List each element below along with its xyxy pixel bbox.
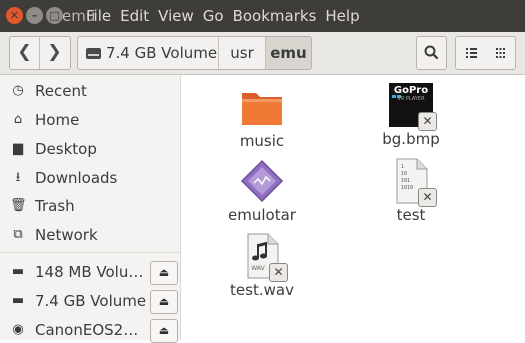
- eject-icon: ⏏: [158, 266, 170, 279]
- sidebar-item-canon-camera[interactable]: ◉ CanonEOS2… ⏏: [0, 317, 180, 343]
- binary-line: 1: [401, 164, 405, 170]
- binary-line: 1010: [401, 185, 414, 191]
- sidebar-divider: [0, 252, 180, 253]
- sidebar-item-recent[interactable]: ◷ Recent: [0, 78, 180, 104]
- sidebar-item-home[interactable]: ⌂ Home: [0, 107, 180, 133]
- eject-button[interactable]: ⏏: [150, 290, 178, 314]
- download-arrow-icon: ⭳: [15, 170, 21, 185]
- menu-file[interactable]: File: [86, 7, 111, 25]
- sidebar-item-label: Recent: [35, 82, 87, 100]
- close-window-button[interactable]: ✕: [6, 7, 23, 24]
- symlink-badge-icon: ✕: [418, 112, 437, 131]
- sidebar-item-label: Trash: [35, 197, 75, 215]
- eject-icon: ⏏: [158, 295, 170, 308]
- drive-icon: ▬: [11, 264, 25, 279]
- sidebar-item-label: 7.4 GB Volume: [35, 292, 147, 310]
- file-name: test.wav: [230, 281, 294, 299]
- breadcrumb-volume-label: 7.4 GB Volume: [106, 44, 218, 62]
- file-item-music[interactable]: music: [212, 83, 312, 151]
- breadcrumb: 7.4 GB Volume usr emu: [77, 36, 312, 70]
- sidebar-item-trash[interactable]: 🗑 Trash: [0, 193, 180, 219]
- back-button[interactable]: ❮: [10, 37, 40, 69]
- executable-diamond-icon: [238, 157, 286, 205]
- eject-button[interactable]: ⏏: [150, 261, 178, 285]
- search-icon: [424, 45, 439, 60]
- binary-line: 10: [401, 171, 408, 177]
- home-icon: ⌂: [13, 112, 23, 127]
- menu-bar: File Edit View Go Bookmarks Help: [86, 7, 369, 25]
- clock-icon: ◷: [12, 83, 24, 98]
- file-name: music: [239, 132, 285, 150]
- sidebar-item-label: Desktop: [35, 140, 97, 158]
- toolbar: ❮ ❯ 7.4 GB Volume usr emu: [0, 32, 525, 75]
- menu-bookmarks[interactable]: Bookmarks: [233, 7, 317, 25]
- chevron-left-icon: ❮: [17, 42, 32, 62]
- image-thumbnail-icon: GoPro VR PLAYER ✕: [387, 81, 437, 131]
- chevron-right-icon: ❯: [47, 42, 62, 62]
- menu-view[interactable]: View: [158, 7, 194, 25]
- drive-icon: [86, 48, 101, 59]
- menu-edit[interactable]: Edit: [120, 7, 149, 25]
- grid-view-button[interactable]: [486, 36, 516, 70]
- network-icon: ⧉: [13, 227, 23, 242]
- folder-icon: [238, 83, 286, 131]
- trash-icon: 🗑: [10, 198, 27, 213]
- file-name: test: [396, 206, 426, 224]
- symlink-badge-icon: ✕: [269, 263, 288, 282]
- search-button[interactable]: [416, 36, 447, 70]
- list-view-icon: [466, 48, 477, 58]
- forward-button[interactable]: ❯: [40, 37, 69, 69]
- audio-file-icon: WAV ✕: [238, 232, 288, 282]
- sidebar-item-label: Home: [35, 111, 80, 129]
- sidebar-item-label: Network: [35, 226, 98, 244]
- file-item-test-wav[interactable]: WAV ✕ test.wav: [212, 232, 312, 300]
- thumbnail-sub-text: VR PLAYER: [397, 96, 425, 102]
- menu-go[interactable]: Go: [203, 7, 224, 25]
- symlink-badge-icon: ✕: [418, 188, 437, 207]
- breadcrumb-volume[interactable]: 7.4 GB Volume: [78, 37, 219, 69]
- sidebar-item-downloads[interactable]: ⭳ Downloads: [0, 165, 180, 191]
- file-view: music GoPro VR PLAYER ✕ bg.bmp emulotar: [181, 75, 525, 340]
- camera-icon: ◉: [12, 322, 24, 337]
- sidebar-item-desktop[interactable]: ▆ Desktop: [0, 136, 180, 162]
- sidebar-item-label: Downloads: [35, 169, 118, 187]
- sidebar-item-label: 148 MB Volu…: [35, 263, 144, 281]
- sidebar-item-7gb-volume[interactable]: ▬ 7.4 GB Volume ⏏: [0, 288, 180, 314]
- eject-icon: ⏏: [158, 324, 170, 337]
- binary-line: 101: [401, 178, 411, 184]
- file-item-bg-bmp[interactable]: GoPro VR PLAYER ✕ bg.bmp: [361, 81, 461, 149]
- eject-button[interactable]: ⏏: [150, 319, 178, 343]
- menu-help[interactable]: Help: [325, 7, 359, 25]
- list-view-button[interactable]: [455, 36, 487, 70]
- navigation-group: ❮ ❯: [9, 36, 71, 70]
- file-name: emulotar: [228, 206, 296, 224]
- sidebar-item-148mb-volume[interactable]: ▬ 148 MB Volu… ⏏: [0, 259, 180, 285]
- thumbnail-brand-text: GoPro: [393, 85, 429, 96]
- binary-file-icon: 1 10 101 1010 ✕: [387, 157, 437, 207]
- folder-icon: ▆: [13, 141, 23, 156]
- audio-type-label: WAV: [251, 265, 265, 272]
- breadcrumb-usr[interactable]: usr: [219, 37, 266, 69]
- maximize-window-button[interactable]: □: [46, 7, 63, 24]
- file-item-test[interactable]: 1 10 101 1010 ✕ test: [361, 157, 461, 225]
- grid-view-icon: [496, 48, 505, 58]
- minimize-window-button[interactable]: –: [26, 7, 43, 24]
- file-item-emulotar[interactable]: emulotar: [212, 157, 312, 225]
- sidebar: ◷ Recent ⌂ Home ▆ Desktop ⭳ Downloads 🗑 …: [0, 75, 181, 343]
- breadcrumb-emu[interactable]: emu: [266, 37, 311, 69]
- title-bar: ✕ – □ emu File Edit View Go Bookmarks Help: [0, 0, 525, 32]
- drive-icon: ▬: [11, 293, 25, 308]
- sidebar-item-network[interactable]: ⧉ Network: [0, 222, 180, 248]
- file-name: bg.bmp: [382, 130, 440, 148]
- sidebar-item-label: CanonEOS2…: [35, 321, 139, 339]
